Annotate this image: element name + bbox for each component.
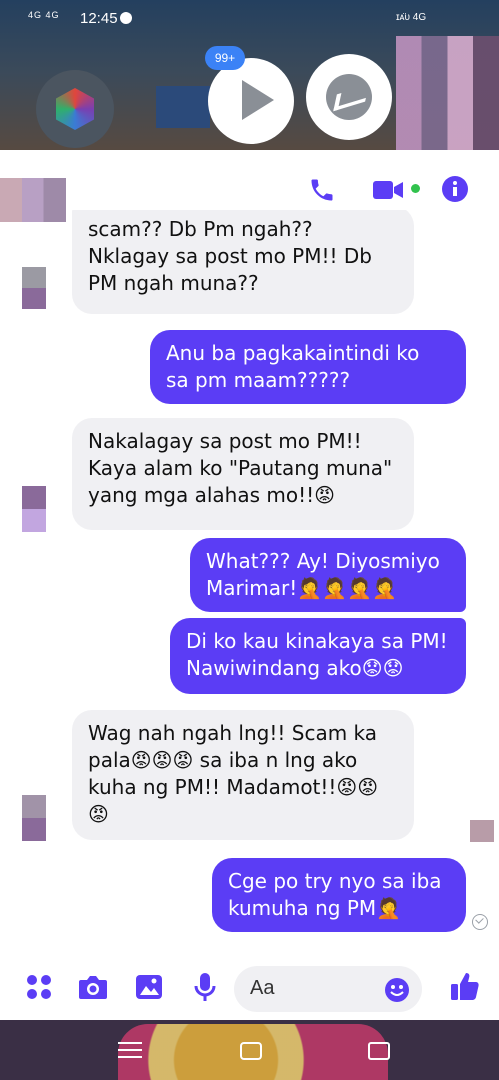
message-bubble-outgoing[interactable]: Anu ba pagkakaintindi ko sa pm maam?????: [150, 330, 466, 404]
messenger-notification-icon: [120, 12, 132, 24]
message-bubble-incoming[interactable]: Wag nah ngah lng!! Scam ka pala😡😡😡 sa ib…: [72, 710, 414, 840]
notification-badge: 99+: [205, 46, 245, 70]
gallery-icon[interactable]: [132, 970, 166, 1004]
blurred-avatar-right: [470, 820, 494, 842]
phone-icon[interactable]: [308, 176, 336, 204]
seen-indicator-icon: [472, 914, 488, 930]
app-chat-head[interactable]: [36, 70, 114, 148]
mail-icon: [156, 86, 210, 128]
message-bubble-outgoing[interactable]: Di ko kau kinakaya sa PM! Nawiwindang ak…: [170, 618, 466, 694]
info-icon[interactable]: [440, 174, 470, 204]
clock: 12:45: [80, 10, 118, 27]
back-button[interactable]: [368, 1042, 390, 1060]
composer-bar: Aa: [0, 958, 499, 1020]
video-chat-head[interactable]: [208, 58, 294, 144]
message-input-placeholder: Aa: [250, 977, 275, 999]
pixelated-avatar: [396, 36, 499, 154]
app-icon: [56, 88, 94, 130]
messenger-icon: [326, 74, 372, 120]
microphone-icon[interactable]: [188, 970, 222, 1004]
sender-avatar-blur: [22, 267, 46, 309]
chat-window: scam?? Db Pm ngah?? Nklagay sa post mo P…: [0, 150, 499, 1020]
play-icon: [242, 80, 274, 120]
network-indicator: 4G 4G: [28, 10, 60, 20]
message-input[interactable]: Aa: [234, 966, 422, 1012]
sender-avatar-blur: [22, 486, 46, 532]
messenger-chat-head[interactable]: [306, 54, 392, 140]
status-bar: 4G 4G 12:45 ɪᴀ̈ᴜ 4G: [0, 0, 499, 36]
apps-icon[interactable]: [22, 970, 56, 1004]
system-navigation-bar: [0, 1020, 499, 1080]
message-bubble-incoming[interactable]: scam?? Db Pm ngah?? Nklagay sa post mo P…: [72, 210, 414, 314]
home-button[interactable]: [240, 1042, 262, 1060]
camera-icon[interactable]: [76, 970, 110, 1004]
like-icon[interactable]: [448, 970, 482, 1004]
video-call-icon[interactable]: [371, 176, 405, 204]
message-bubble-outgoing[interactable]: What??? Ay! Diyosmiyo Marimar!🤦🤦🤦🤦: [190, 538, 466, 612]
message-bubble-outgoing[interactable]: Cge po try nyo sa iba kumuha ng PM🤦: [212, 858, 466, 932]
network-indicator-right: ɪᴀ̈ᴜ 4G: [396, 12, 427, 23]
message-bubble-incoming[interactable]: Nakalagay sa post mo PM!! Kaya alam ko "…: [72, 418, 414, 530]
sender-avatar-blur: [22, 795, 46, 841]
online-status-dot: [411, 184, 420, 193]
message-list: scam?? Db Pm ngah?? Nklagay sa post mo P…: [0, 210, 499, 960]
recent-apps-button[interactable]: [118, 1042, 142, 1058]
emoji-icon[interactable]: [384, 977, 410, 1003]
